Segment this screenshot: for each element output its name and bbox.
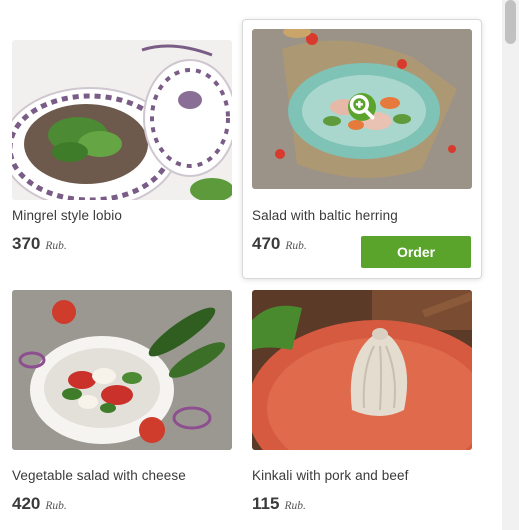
product-card-lobio[interactable]: Mingrel style lobio 370 Rub.	[2, 20, 242, 280]
price-value: 115	[252, 494, 280, 513]
price-currency: Rub.	[45, 500, 67, 512]
product-price: 420 Rub.	[12, 494, 67, 514]
product-title[interactable]: Salad with baltic herring	[252, 208, 398, 223]
price-currency: Rub.	[284, 500, 306, 512]
product-price: 370 Rub.	[12, 234, 67, 254]
order-button[interactable]: Order	[361, 236, 471, 268]
price-currency: Rub.	[45, 240, 67, 252]
product-title[interactable]: Vegetable salad with cheese	[12, 468, 186, 483]
price-value: 370	[12, 234, 41, 253]
price-value: 470	[252, 234, 281, 253]
product-card-vegetable-salad[interactable]: Vegetable salad with cheese 420 Rub.	[2, 280, 242, 530]
price-currency: Rub.	[285, 240, 307, 252]
scrollbar-thumb[interactable]	[505, 0, 516, 44]
product-price: 470 Rub.	[252, 234, 307, 254]
product-image-lobio[interactable]	[12, 40, 232, 200]
product-image-kinkali[interactable]	[252, 290, 472, 450]
product-image-herring[interactable]	[252, 29, 472, 189]
zoom-in-icon[interactable]	[348, 93, 376, 121]
product-card-herring[interactable]: Salad with baltic herring 470 Rub. Order	[242, 19, 482, 279]
product-card-kinkali[interactable]: Kinkali with pork and beef 115 Rub.	[242, 280, 482, 530]
product-title[interactable]: Mingrel style lobio	[12, 208, 122, 223]
product-price: 115 Rub.	[252, 494, 306, 514]
scrollbar-track[interactable]	[502, 0, 519, 530]
product-image-vegetable-salad[interactable]	[12, 290, 232, 450]
product-title[interactable]: Kinkali with pork and beef	[252, 468, 408, 483]
price-value: 420	[12, 494, 41, 513]
